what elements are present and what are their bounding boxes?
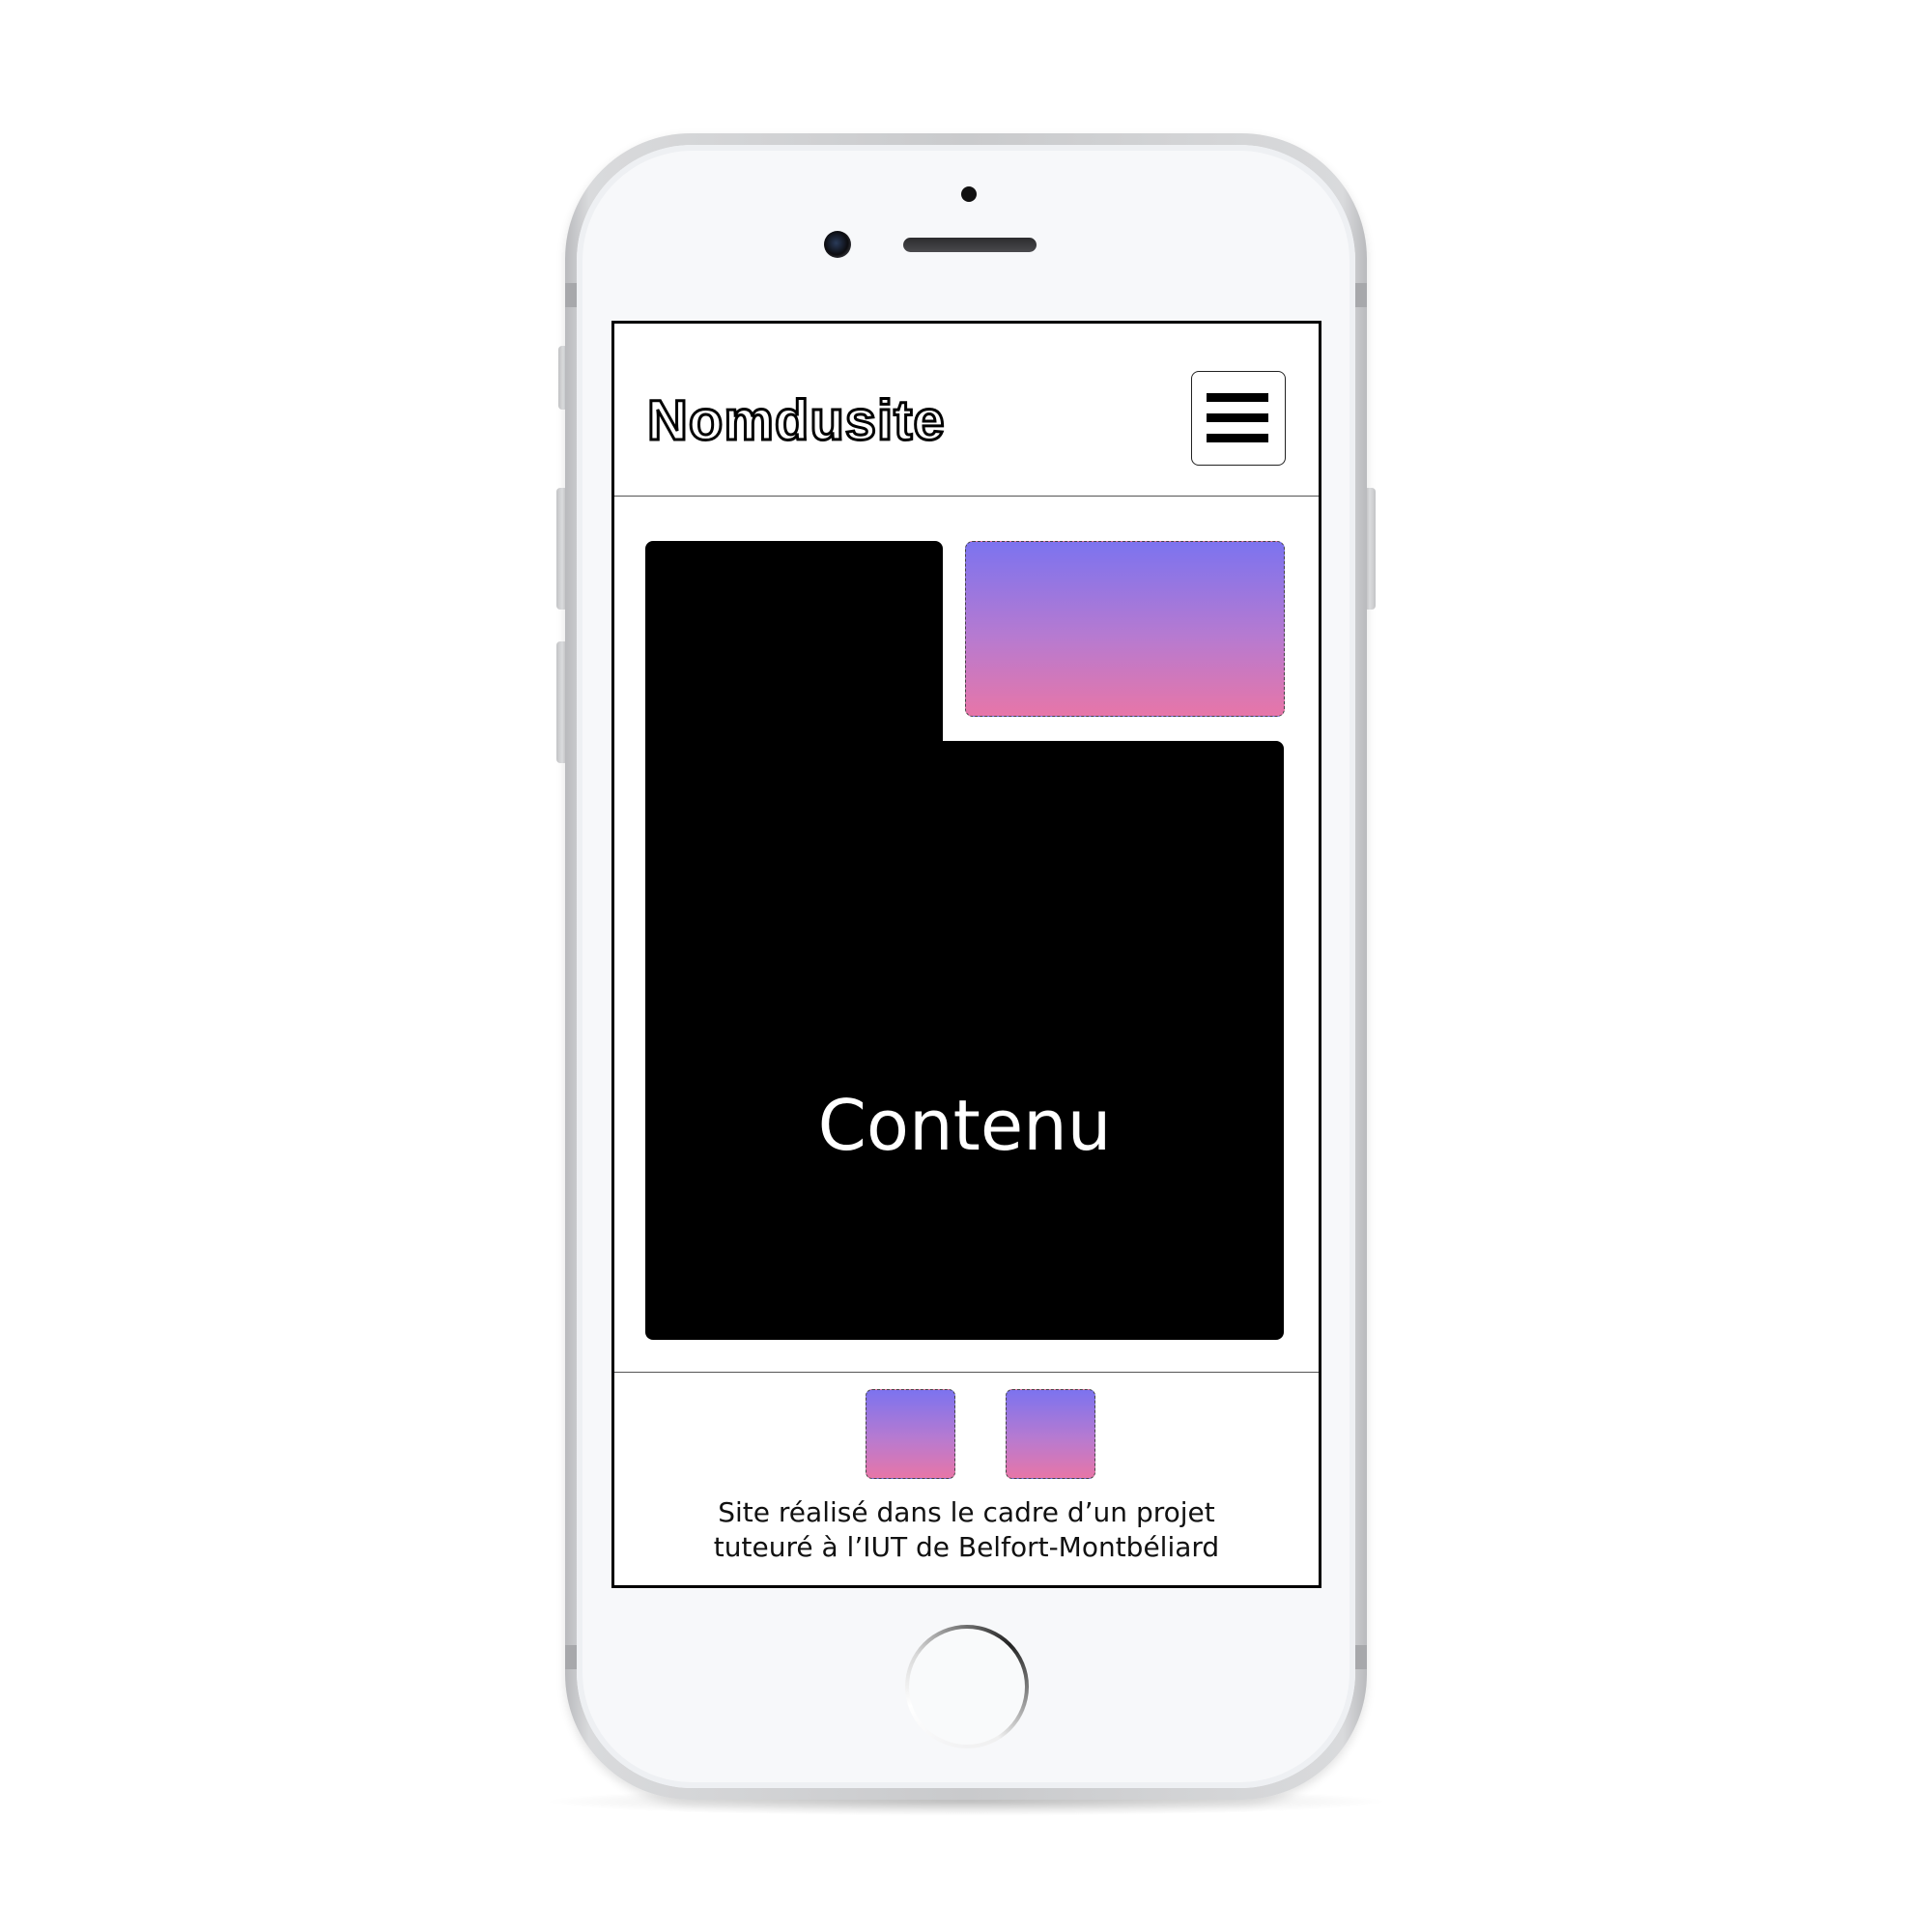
site-header: Nomdusite: [614, 324, 1319, 497]
earpiece-speaker: [903, 238, 1037, 252]
main-content: Contenu: [614, 497, 1319, 1372]
proximity-sensor: [961, 186, 977, 202]
antenna-band: [1355, 1645, 1367, 1669]
social-link-1-icon[interactable]: [866, 1389, 955, 1479]
footer-text: Site réalisé dans le cadre d’un projet t…: [614, 1495, 1319, 1565]
site-footer: Site réalisé dans le cadre d’un projet t…: [614, 1372, 1319, 1585]
stage: Nomdusite Contenu Site réalisé dans le c…: [0, 0, 1932, 1932]
menu-button[interactable]: [1191, 371, 1286, 466]
home-button[interactable]: [905, 1625, 1029, 1748]
site-logo[interactable]: Nomdusite: [646, 391, 947, 450]
phone-screen: Nomdusite Contenu Site réalisé dans le c…: [611, 321, 1321, 1588]
social-link-2-icon[interactable]: [1006, 1389, 1095, 1479]
front-camera: [824, 231, 851, 258]
footer-text-line-1: Site réalisé dans le cadre d’un projet: [718, 1496, 1215, 1528]
content-label: Contenu: [817, 1085, 1112, 1166]
gradient-card[interactable]: [965, 541, 1285, 717]
footer-text-line-2: tuteuré à l’IUT de Belfort-Montbéliard: [713, 1531, 1220, 1563]
antenna-band: [565, 283, 577, 307]
antenna-band: [565, 1645, 577, 1669]
antenna-band: [1355, 283, 1367, 307]
